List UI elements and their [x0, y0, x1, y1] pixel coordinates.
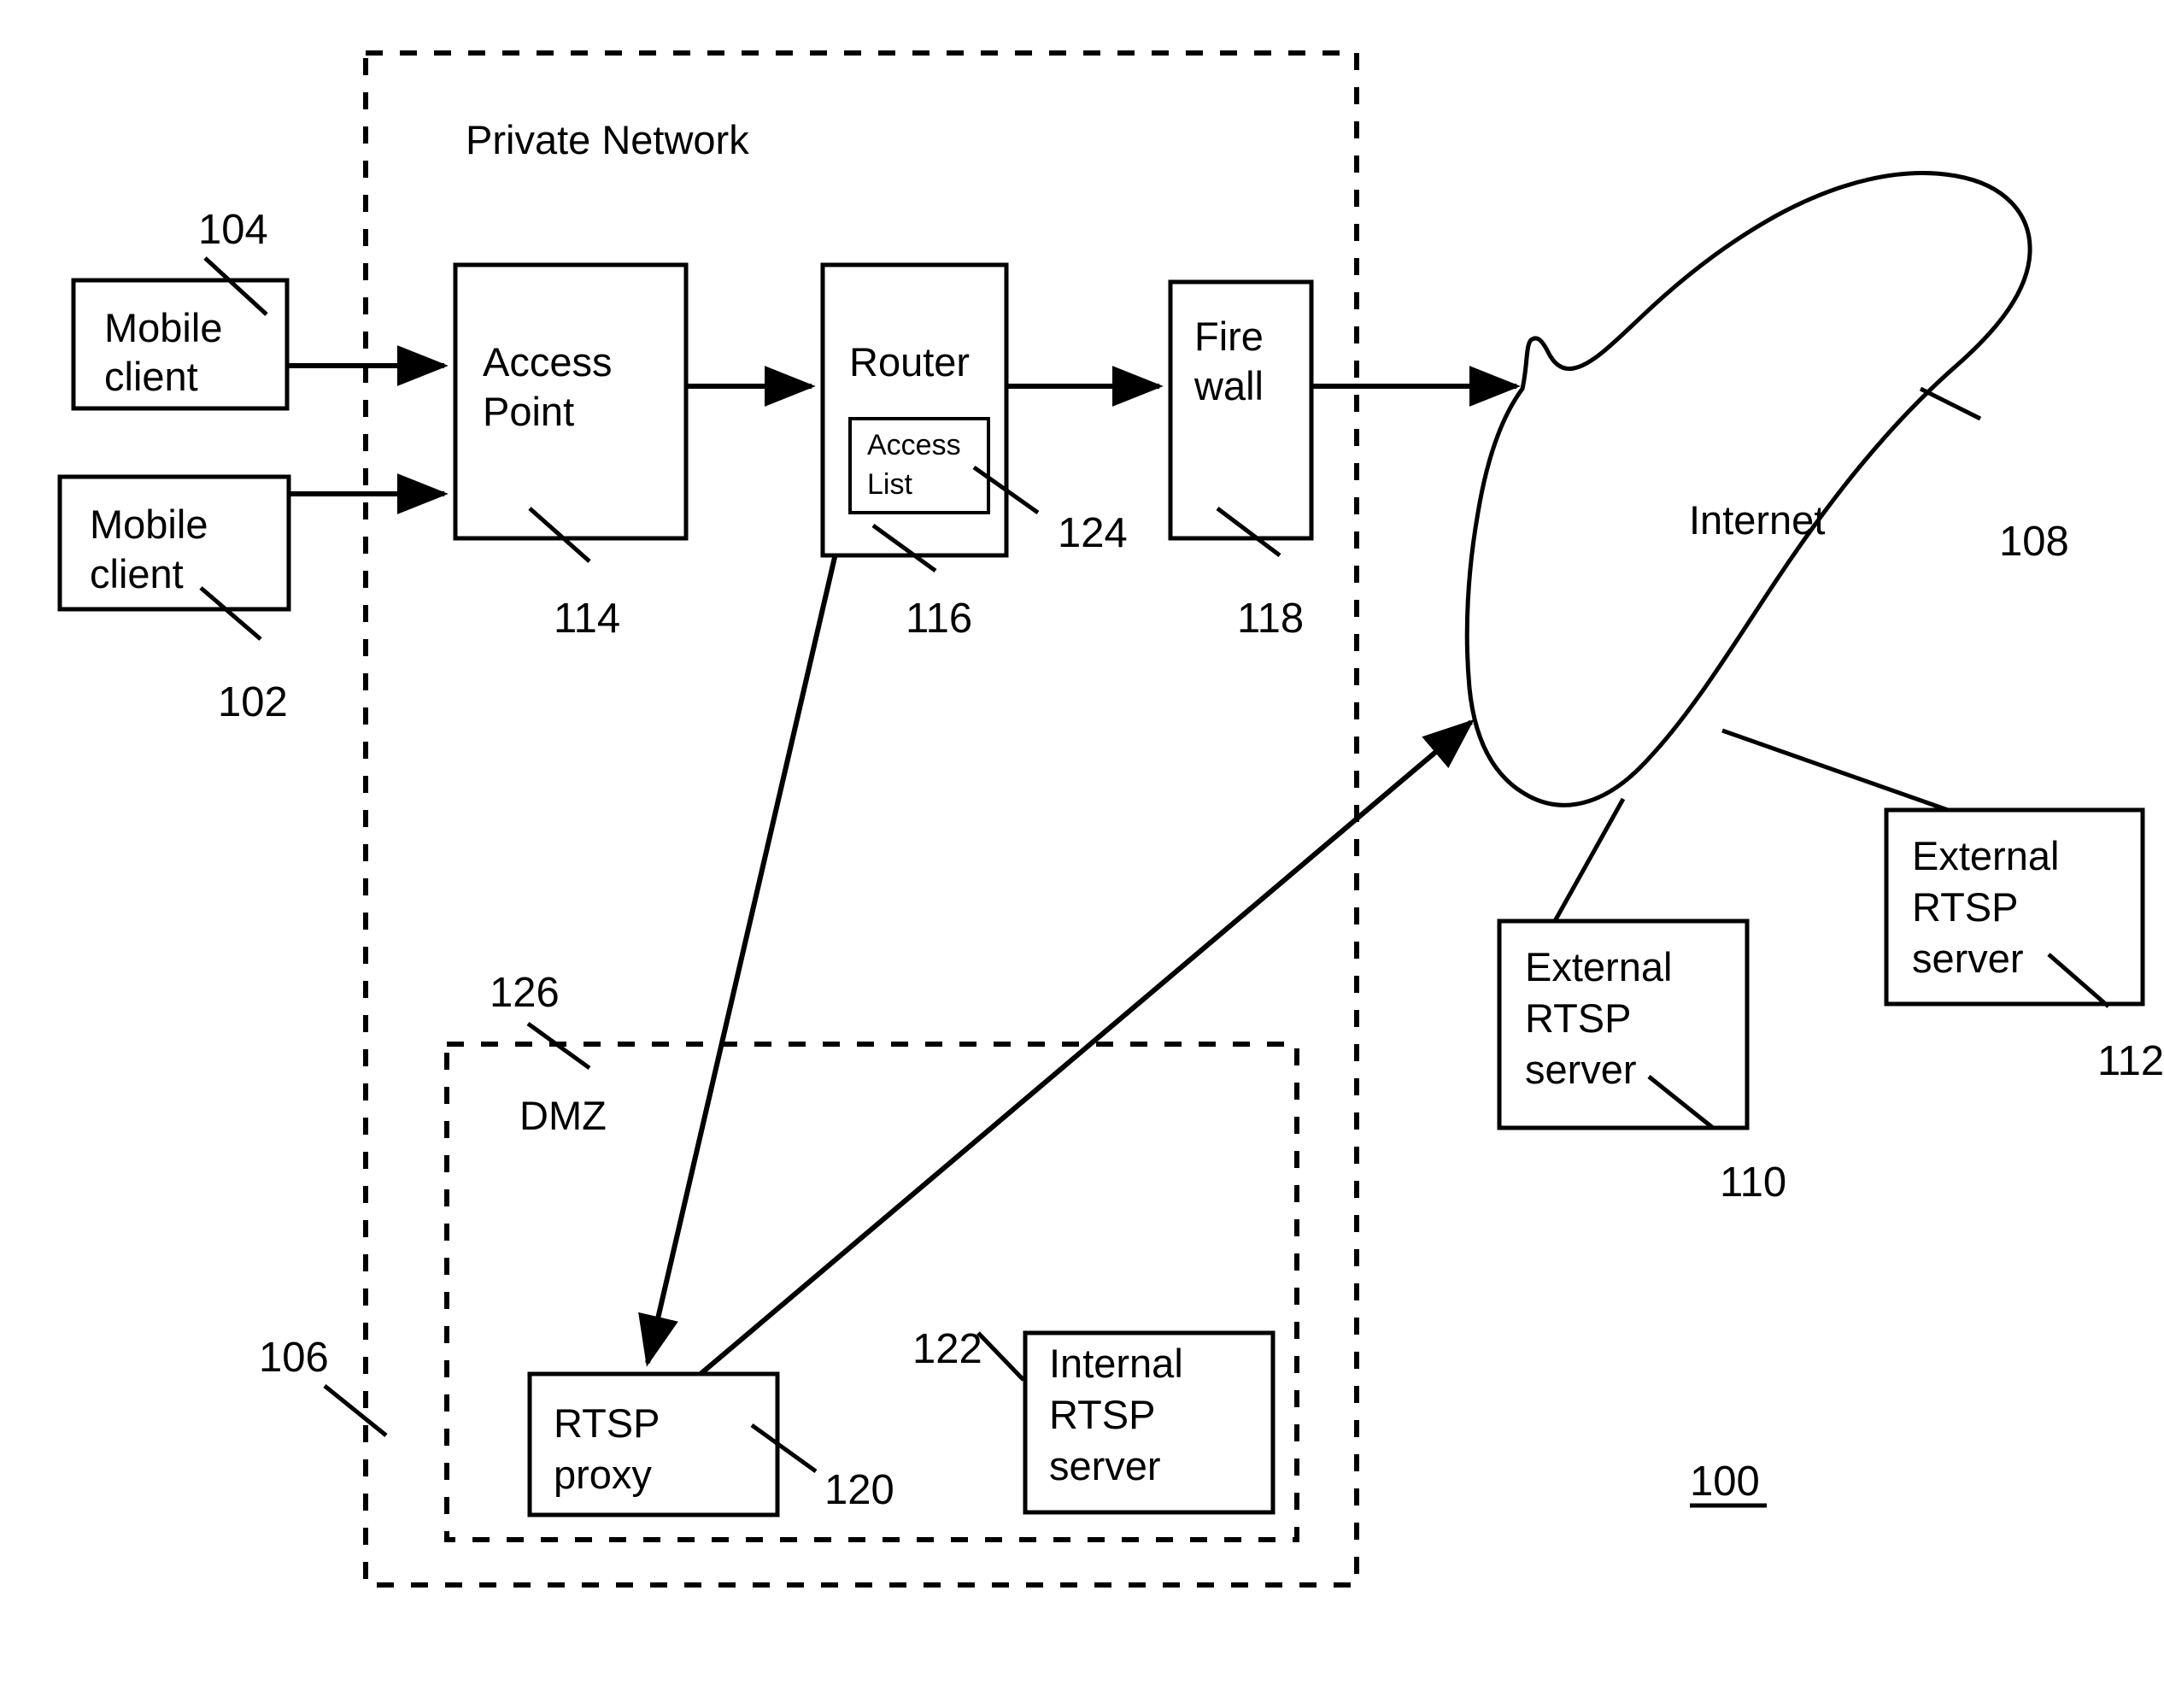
ref-104: 104: [198, 207, 268, 253]
label-firewall-line2: wall: [1193, 363, 1264, 408]
label-external-server-2-line2: RTSP: [1912, 884, 2019, 930]
label-mobile-client-2-line2: client: [90, 551, 184, 596]
ref-108: 108: [1999, 519, 2069, 565]
label-internal-server-line3: server: [1049, 1443, 1161, 1488]
zone-label-private-network: Private Network: [466, 117, 749, 162]
label-mobile-client-2-line1: Mobile: [90, 502, 208, 547]
ref-118: 118: [1237, 596, 1304, 642]
label-mobile-client-1-line1: Mobile: [104, 305, 222, 350]
ref-106: 106: [259, 1335, 329, 1381]
diagram-text-layer: Private Network DMZ Mobile client Mobile…: [90, 117, 2164, 1513]
label-router: Router: [849, 339, 970, 384]
network-diagram-canvas: Private Network DMZ Mobile client Mobile…: [0, 0, 2164, 1708]
ref-102: 102: [218, 679, 288, 725]
label-internal-server-line1: Internal: [1049, 1341, 1183, 1386]
label-external-server-1-line1: External: [1525, 944, 1672, 989]
ref-110: 110: [1720, 1159, 1786, 1206]
ref-122: 122: [912, 1326, 982, 1372]
label-external-server-2-line1: External: [1912, 833, 2059, 878]
label-internal-server-line2: RTSP: [1049, 1392, 1156, 1437]
label-rtsp-proxy-line2: proxy: [554, 1452, 652, 1497]
label-firewall-line1: Fire: [1194, 314, 1264, 359]
ref-124: 124: [1058, 510, 1128, 556]
label-access-list-line2: List: [867, 468, 912, 501]
label-rtsp-proxy-line1: RTSP: [554, 1400, 660, 1446]
zone-label-dmz: DMZ: [519, 1093, 607, 1138]
ref-120: 120: [824, 1467, 894, 1513]
label-access-point-line2: Point: [483, 389, 574, 434]
ref-114: 114: [554, 596, 620, 642]
label-external-server-2-line3: server: [1912, 936, 2024, 981]
figure-number: 100: [1690, 1459, 1760, 1505]
ref-116: 116: [906, 596, 972, 642]
label-external-server-1-line2: RTSP: [1525, 995, 1632, 1041]
label-mobile-client-1-line2: client: [104, 354, 198, 399]
ref-126: 126: [490, 970, 560, 1016]
label-access-list-line1: Access: [867, 429, 961, 461]
label-internet: Internet: [1689, 497, 1825, 543]
ref-112: 112: [2097, 1038, 2164, 1084]
label-access-point-line1: Access: [483, 339, 613, 384]
label-external-server-1-line3: server: [1525, 1047, 1637, 1092]
